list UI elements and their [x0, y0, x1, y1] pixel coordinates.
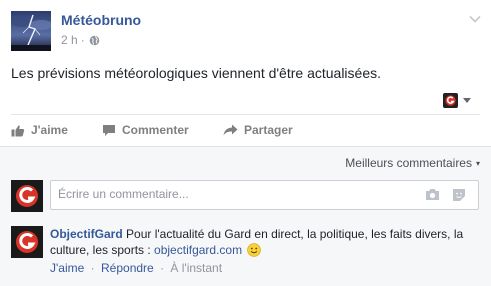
comment-sort-selector[interactable]: Meilleurs commentaires ▾ [345, 156, 480, 170]
smiley-icon [247, 243, 262, 261]
comment-input-box[interactable] [50, 180, 479, 210]
comment-sort-label: Meilleurs commentaires [345, 156, 472, 170]
comment-author[interactable]: ObjectifGard [50, 227, 123, 241]
comments-section: Meilleurs commentaires ▾ Écrire un comme… [0, 146, 491, 286]
current-user-avatar[interactable] [11, 180, 43, 212]
camera-icon[interactable] [425, 188, 440, 206]
comment-reply-link[interactable]: Répondre [101, 261, 154, 275]
comment-separator: · [160, 261, 165, 275]
sticker-icon[interactable] [452, 188, 466, 207]
sort-caret-icon: ▾ [475, 158, 480, 168]
post-menu-chevron-down-icon[interactable] [469, 12, 481, 24]
page-avatar[interactable] [11, 11, 51, 51]
post-text: Les prévisions météorologiques viennent … [11, 65, 382, 81]
comment-separator: · [90, 261, 95, 275]
post-timestamp[interactable]: 2 h [61, 33, 78, 47]
comment-button[interactable]: Commenter [102, 123, 189, 137]
share-arrow-icon [223, 124, 238, 136]
comment-label: Commenter [122, 123, 189, 137]
comment-icon [102, 124, 116, 137]
comment-timestamp[interactable]: À l'instant [170, 261, 222, 275]
share-label: Partager [244, 123, 293, 137]
thumbs-up-icon [11, 124, 25, 137]
post-header: Météobruno 2 h · [11, 11, 481, 51]
comment-input[interactable] [58, 187, 418, 201]
like-button[interactable]: J'aime [11, 123, 68, 137]
comment-link[interactable]: objectifgard.com [154, 243, 242, 257]
post-meta: 2 h · [61, 33, 100, 47]
post-action-bar: J'aime Commenter Partager [11, 114, 480, 147]
comment-like-link[interactable]: J'aime [50, 261, 84, 275]
share-button[interactable]: Partager [223, 123, 293, 137]
caret-down-icon [463, 98, 471, 103]
audience-selector[interactable] [443, 93, 471, 108]
like-label: J'aime [31, 123, 68, 137]
page-name[interactable]: Météobruno [61, 12, 141, 28]
globe-icon[interactable] [89, 35, 100, 46]
objectifgard-logo-icon [443, 93, 458, 108]
comment-author-avatar[interactable] [11, 226, 43, 258]
meta-separator: · [80, 33, 85, 47]
comment-actions: J'aime · Répondre · À l'instant [50, 261, 222, 275]
comment-item: ObjectifGard Pour l'actualité du Gard en… [50, 226, 475, 261]
